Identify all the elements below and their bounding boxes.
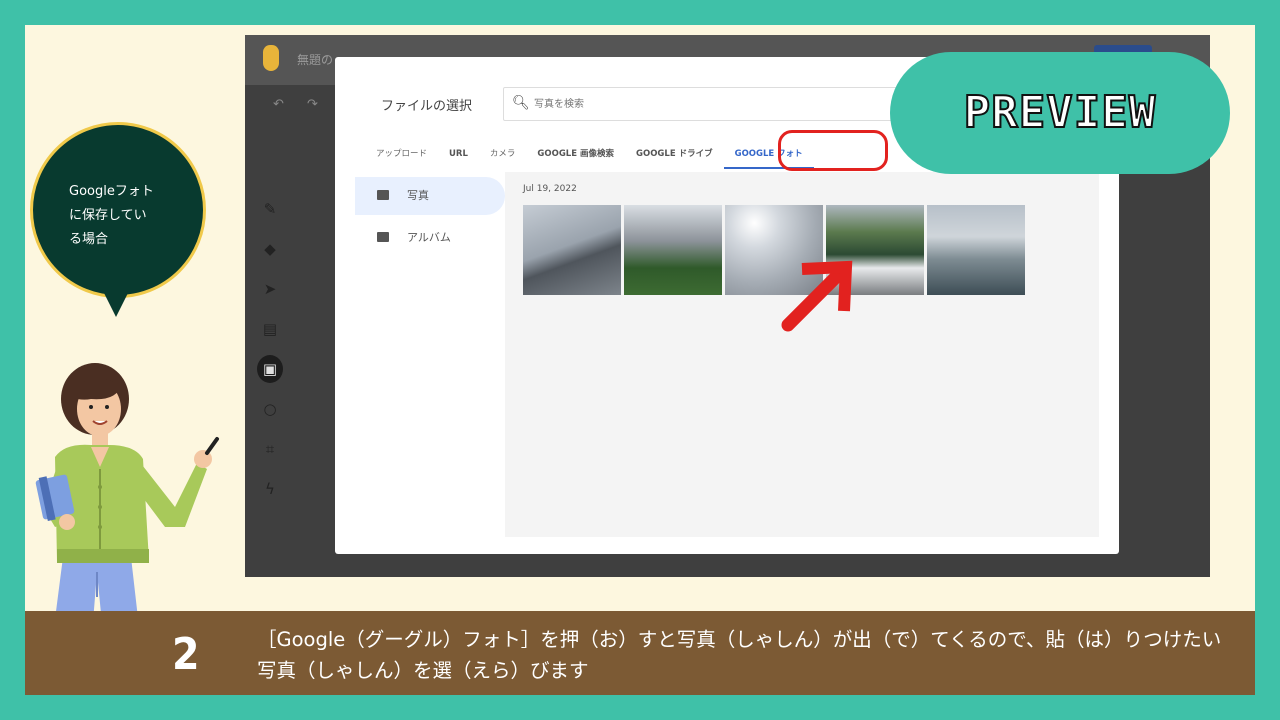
tool-palette: ✎ ◆ ➤ ▤ ▣ ○ ⌗ ϟ: [257, 195, 283, 515]
tower-trees-photo[interactable]: [624, 205, 722, 295]
dialog-title: ファイルの選択: [381, 99, 473, 114]
caption-bar: 2 ［Google（グーグル）フォト］を押（お）すと写真（しゃしん）が出（で）て…: [25, 611, 1255, 695]
slide: 無題の ↶ ↷ ✎ ◆ ➤ ▤ ▣ ○ ⌗ ϟ ファイルの選択 🔍︎ アップロー…: [25, 25, 1255, 695]
app-title[interactable]: 無題の: [297, 51, 333, 68]
photo-icon: [377, 190, 389, 200]
nav-item-albums[interactable]: アルバム: [355, 219, 505, 257]
source-tabs: アップロード URL カメラ GOOGLE 画像検索 GOOGLE ドライブ G…: [365, 139, 814, 169]
circle-icon[interactable]: ○: [257, 395, 283, 423]
undo-icon[interactable]: ↶: [273, 97, 284, 112]
frame-icon[interactable]: ⌗: [257, 435, 283, 463]
pen-icon[interactable]: ✎: [257, 195, 283, 223]
eraser-icon[interactable]: ◆: [257, 235, 283, 263]
waterfront-photo[interactable]: [927, 205, 1025, 295]
tab-url[interactable]: URL: [438, 139, 479, 169]
bubble-line: る場合: [69, 232, 109, 247]
nav-item-label: 写真: [407, 189, 429, 202]
nav-item-label: アルバム: [407, 231, 451, 244]
tab-upload[interactable]: アップロード: [365, 139, 438, 169]
image-icon[interactable]: ▣: [257, 355, 283, 383]
highlight-circle: [778, 130, 888, 171]
bubble-line: Googleフォト: [69, 184, 154, 199]
tab-camera[interactable]: カメラ: [479, 139, 527, 169]
cursor-icon[interactable]: ➤: [257, 275, 283, 303]
search-input[interactable]: [534, 88, 894, 120]
red-arrow-icon: [781, 260, 853, 332]
bubble-line: に保存してい: [69, 208, 147, 223]
redo-icon[interactable]: ↷: [307, 97, 318, 112]
preview-badge: PREVIEW: [890, 52, 1230, 174]
tab-google-drive[interactable]: GOOGLE ドライブ: [625, 139, 724, 169]
building-photo[interactable]: [523, 205, 621, 295]
nav-item-photos[interactable]: 写真: [355, 177, 505, 215]
laser-icon[interactable]: ϟ: [257, 475, 283, 503]
bubble-tail: [102, 289, 130, 317]
search-icon: 🔍︎: [512, 95, 530, 111]
album-icon: [377, 232, 389, 242]
photo-grid-area: Jul 19, 2022: [505, 172, 1099, 537]
photo-thumbnails: [523, 205, 1025, 295]
tab-google-image-search[interactable]: GOOGLE 画像検索: [526, 139, 625, 169]
sticky-note-icon[interactable]: ▤: [257, 315, 283, 343]
caption-text: ［Google（グーグル）フォト］を押（お）すと写真（しゃしん）が出（で）てくる…: [257, 628, 1222, 682]
bubble-text: Googleフォト に保存してい る場合: [69, 180, 179, 252]
speech-bubble: Googleフォト に保存してい る場合: [30, 122, 206, 298]
date-label: Jul 19, 2022: [523, 184, 577, 194]
search-box[interactable]: 🔍︎: [503, 87, 923, 121]
app-logo-icon: [263, 45, 279, 71]
step-number: 2: [172, 629, 200, 680]
